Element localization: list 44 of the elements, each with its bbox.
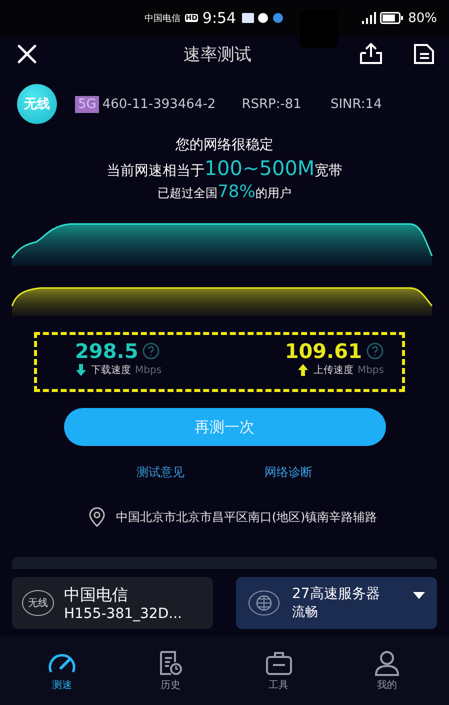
wireless-badge: 无线	[22, 590, 54, 616]
speed-unit: Mbps	[135, 364, 162, 376]
nav-tab[interactable]: 工具	[248, 650, 309, 692]
text-link[interactable]: 网络诊断	[264, 464, 312, 481]
close-icon[interactable]	[16, 43, 38, 65]
help-icon[interactable]	[366, 342, 384, 360]
sinr-text: SINR:14	[330, 96, 382, 112]
down-arrow-icon	[75, 364, 87, 376]
cell-id-text: 460-11-393464-2	[102, 96, 216, 112]
stability-text: 您的网络很稳定	[176, 136, 274, 154]
network-generation-tag: 5G	[75, 96, 100, 112]
share-icon[interactable]	[359, 43, 383, 65]
server-name: 27高速服务器	[292, 585, 380, 603]
up-arrow-icon	[297, 364, 310, 376]
location-pin-icon	[88, 507, 106, 527]
ranking-text: 已超过全国 78%的用户	[158, 182, 292, 202]
page-title: 速率测试	[182, 44, 252, 66]
battery-icon	[380, 12, 404, 24]
wireless-badge: 无线	[17, 84, 57, 124]
network-ssid: H155-381_32D...	[64, 606, 182, 622]
network-card[interactable]: 无线 中国电信 H155-381_32D...	[12, 577, 213, 629]
carrier-name: 中国电信	[64, 584, 129, 606]
carrier-text: 中国电信	[144, 12, 181, 24]
document-icon[interactable]	[413, 43, 435, 65]
toolbox-icon	[264, 650, 294, 676]
rsrp-text: RSRP:-81	[242, 96, 302, 112]
server-selector[interactable]: 27高速服务器 流畅	[236, 577, 437, 629]
signal-icon	[362, 12, 376, 24]
speed-label: 下载速度	[91, 364, 131, 377]
server-status: 流畅	[292, 604, 319, 621]
battery-percent: 80%	[408, 10, 437, 26]
speed-label: 上传速度	[313, 364, 354, 377]
nav-tab[interactable]: 测速	[32, 650, 92, 692]
speed-value: 109.61	[284, 339, 362, 363]
speed-value: 298.5	[75, 339, 138, 363]
clock-text: 9:54	[202, 9, 236, 27]
text-link[interactable]: 测试意见	[136, 464, 184, 481]
nav-tab[interactable]: 我的	[356, 650, 417, 692]
help-icon[interactable]	[142, 342, 160, 360]
bandwidth-text: 当前网速相当于100~500M宽带	[106, 156, 343, 180]
dropdown-caret-icon	[413, 592, 425, 600]
nav-tab[interactable]: 历史	[140, 650, 200, 692]
location-text: 中国北京市北京市昌平区南口(地区)镇南辛路辅路	[116, 508, 378, 526]
speed-unit: Mbps	[357, 364, 384, 376]
